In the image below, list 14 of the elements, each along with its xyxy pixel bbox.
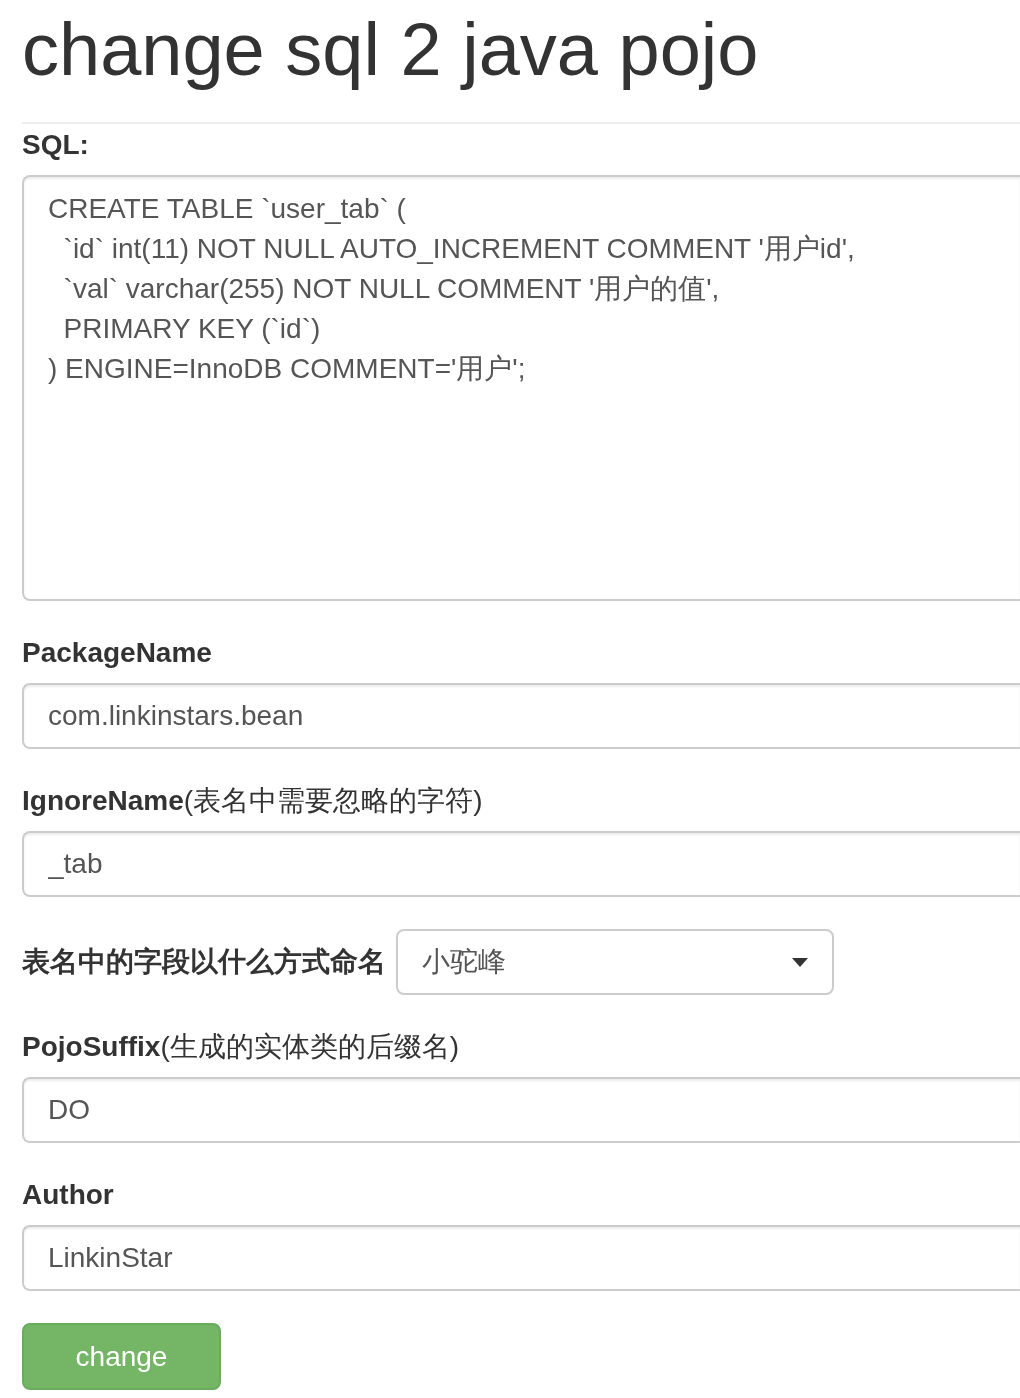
text-input[interactable]: com.linkinstars.bean	[22, 683, 1020, 749]
caret-icon	[792, 957, 808, 967]
dropdown-select[interactable]: 小驼峰	[396, 929, 834, 995]
field-label: Author	[22, 1178, 114, 1212]
field-label: PojoSuffix(生成的实体类的后缀名)	[22, 1030, 460, 1064]
sql-textarea[interactable]: CREATE TABLE `user_tab` ( `id` int(11) NOT NULL AUTO_INCREMENT COMMENT '用户id', `val` varchar(255) NOT NULL COMMENT '用户的值', PRIMARY KEY (`id`) ) ENGINE=InnoDB COMMENT='用户';	[22, 175, 1020, 601]
page-title: change sql 2 java pojo	[22, 9, 760, 90]
field-label: 表名中的字段以什么方式命名	[22, 945, 386, 979]
text-input[interactable]: LinkinStar	[22, 1225, 1020, 1291]
field-label: IgnoreName(表名中需要忽略的字符)	[22, 784, 483, 818]
field-label: SQL:	[22, 128, 89, 162]
field-label: PackageName	[22, 636, 212, 670]
text-input[interactable]: _tab	[22, 831, 1020, 897]
text-input[interactable]: DO	[22, 1077, 1020, 1143]
